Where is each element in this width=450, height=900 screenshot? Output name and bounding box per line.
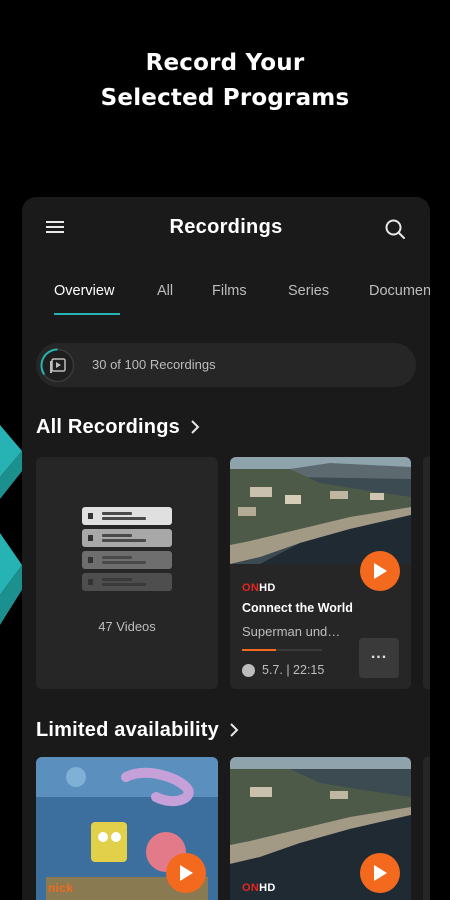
channel-logo-part2: HD — [259, 582, 276, 594]
channel-logo-part1: ON — [242, 882, 260, 894]
recording-card[interactable]: ONHD Connect the World Superman und… 5.7… — [230, 457, 411, 689]
search-icon[interactable] — [384, 218, 406, 240]
section-limited-availability-header[interactable]: Limited availability — [36, 719, 239, 742]
screen: Record Your Selected Programs Recordings… — [0, 0, 450, 900]
headline-line-1: Record Your — [145, 50, 305, 76]
recording-thumbnail — [230, 457, 411, 564]
limited-card-2[interactable]: ONHD — [230, 757, 411, 900]
more-options-button[interactable]: ... — [359, 638, 399, 678]
folder-icon — [82, 507, 172, 595]
program-subtitle: Superman und… — [242, 624, 341, 639]
play-icon — [374, 865, 387, 881]
tab-bar: Overview All Films Series Documen — [22, 283, 430, 317]
active-tab-indicator — [54, 313, 120, 315]
watch-progress-fill — [242, 649, 276, 651]
watch-progress-bar — [242, 649, 322, 651]
channel-logo-part2: HD — [259, 882, 276, 894]
channel-logo: nick — [48, 881, 74, 895]
top-app-bar: Recordings — [22, 197, 430, 259]
play-button[interactable] — [360, 853, 400, 893]
folder-card-all-videos[interactable]: 47 Videos — [36, 457, 218, 689]
limited-card-1[interactable]: nick — [36, 757, 218, 900]
air-datetime: 5.7. | 22:15 — [262, 663, 325, 677]
chevron-right-icon — [230, 723, 239, 737]
tab-overview[interactable]: Overview — [54, 283, 114, 299]
promo-headline: Record Your Selected Programs — [0, 46, 450, 116]
tab-series[interactable]: Series — [288, 283, 329, 299]
channel-logo-part1: ON — [242, 582, 260, 594]
tab-documentaries[interactable]: Documen — [369, 283, 430, 299]
section-all-recordings-header[interactable]: All Recordings — [36, 416, 200, 439]
recordings-count: 30 of 100 Recordings — [92, 357, 216, 372]
section-title: Limited availability — [36, 719, 219, 741]
tab-all[interactable]: All — [157, 283, 173, 299]
recordings-quota: 30 of 100 Recordings — [36, 343, 416, 387]
play-button[interactable] — [360, 551, 400, 591]
clock-icon — [242, 664, 255, 677]
more-icon: ... — [370, 645, 388, 662]
channel-logo: ONHD — [242, 882, 276, 894]
next-card-peek[interactable] — [423, 757, 430, 900]
program-title: Connect the World — [242, 601, 353, 615]
headline-line-2: Selected Programs — [100, 85, 350, 111]
video-count: 47 Videos — [98, 619, 156, 634]
channel-logo: ONHD — [242, 582, 276, 594]
chevron-right-icon — [191, 420, 200, 434]
page-title: Recordings — [169, 216, 283, 238]
play-button[interactable] — [166, 853, 206, 893]
play-icon — [180, 865, 193, 881]
app-window: Recordings Overview All Films Series Doc… — [22, 197, 430, 900]
recordings-icon — [40, 348, 75, 383]
tab-films[interactable]: Films — [212, 283, 247, 299]
play-icon — [374, 563, 387, 579]
section-title: All Recordings — [36, 416, 180, 438]
next-card-peek[interactable] — [423, 457, 430, 689]
